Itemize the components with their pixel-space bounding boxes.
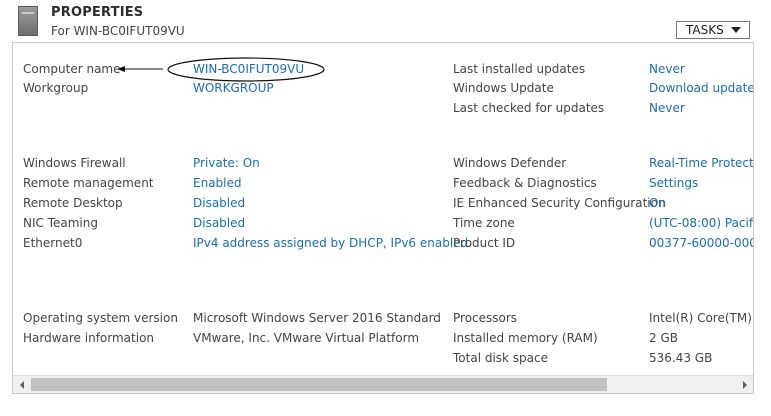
last-checked-updates-value[interactable]: Never [649,101,685,115]
remote-desktop-value[interactable]: Disabled [193,196,245,210]
last-installed-updates-label: Last installed updates [453,62,586,76]
ie-esc-value[interactable]: On [649,196,666,210]
last-installed-updates-value[interactable]: Never [649,62,685,76]
os-version-value: Microsoft Windows Server 2016 Standard [193,311,441,325]
tasks-button[interactable]: TASKS [676,21,750,39]
horizontal-scrollbar[interactable] [13,375,753,393]
hardware-info-value: VMware, Inc. VMware Virtual Platform [193,331,420,345]
installed-memory-label: Installed memory (RAM) [453,331,598,345]
workgroup-label: Workgroup [23,81,89,95]
last-checked-updates-label: Last checked for updates [453,101,605,115]
feedback-diagnostics-value[interactable]: Settings [649,176,698,190]
remote-desktop-label: Remote Desktop [23,196,123,210]
scroll-right-icon[interactable] [736,376,753,393]
nic-teaming-value[interactable]: Disabled [193,216,245,230]
page-subtitle: For WIN-BC0IFUT09VU [51,24,185,38]
page-title: PROPERTIES [51,5,144,20]
total-disk-space-label: Total disk space [453,351,549,365]
properties-panel: Computer name WIN-BC0IFUT09VU Workgroup … [12,42,754,394]
scrollbar-thumb[interactable] [31,378,607,391]
workgroup-value[interactable]: WORKGROUP [193,81,274,95]
remote-management-label: Remote management [23,176,154,190]
ellipse-annotation [167,57,325,82]
product-id-value[interactable]: 00377-60000-00000 [649,236,753,250]
ethernet0-value[interactable]: IPv4 address assigned by DHCP, IPv6 enab… [193,236,468,250]
os-version-label: Operating system version [23,311,178,325]
feedback-diagnostics-label: Feedback & Diagnostics [453,176,597,190]
processors-label: Processors [453,311,518,325]
time-zone-value[interactable]: (UTC-08:00) Pacific [649,216,753,230]
remote-management-value[interactable]: Enabled [193,176,242,190]
chevron-down-icon [731,27,741,33]
installed-memory-value: 2 GB [649,331,678,345]
windows-update-label: Windows Update [453,81,554,95]
windows-defender-label: Windows Defender [453,156,567,170]
scroll-left-icon[interactable] [13,376,30,393]
windows-firewall-value[interactable]: Private: On [193,156,260,170]
product-id-label: Product ID [453,236,516,250]
total-disk-space-value: 536.43 GB [649,351,713,365]
ie-esc-label: IE Enhanced Security Configuration [453,196,666,210]
nic-teaming-label: NIC Teaming [23,216,98,230]
arrow-annotation-icon [117,66,163,72]
windows-firewall-label: Windows Firewall [23,156,126,170]
ethernet0-label: Ethernet0 [23,236,83,250]
windows-defender-value[interactable]: Real-Time Protectio [649,156,753,170]
computer-name-label: Computer name [23,62,121,76]
tasks-label: TASKS [686,23,724,37]
server-icon [18,6,38,36]
hardware-info-label: Hardware information [23,331,155,345]
time-zone-label: Time zone [453,216,515,230]
processors-value: Intel(R) Core(TM) i7 [649,311,753,325]
windows-update-value[interactable]: Download updates [649,81,753,95]
